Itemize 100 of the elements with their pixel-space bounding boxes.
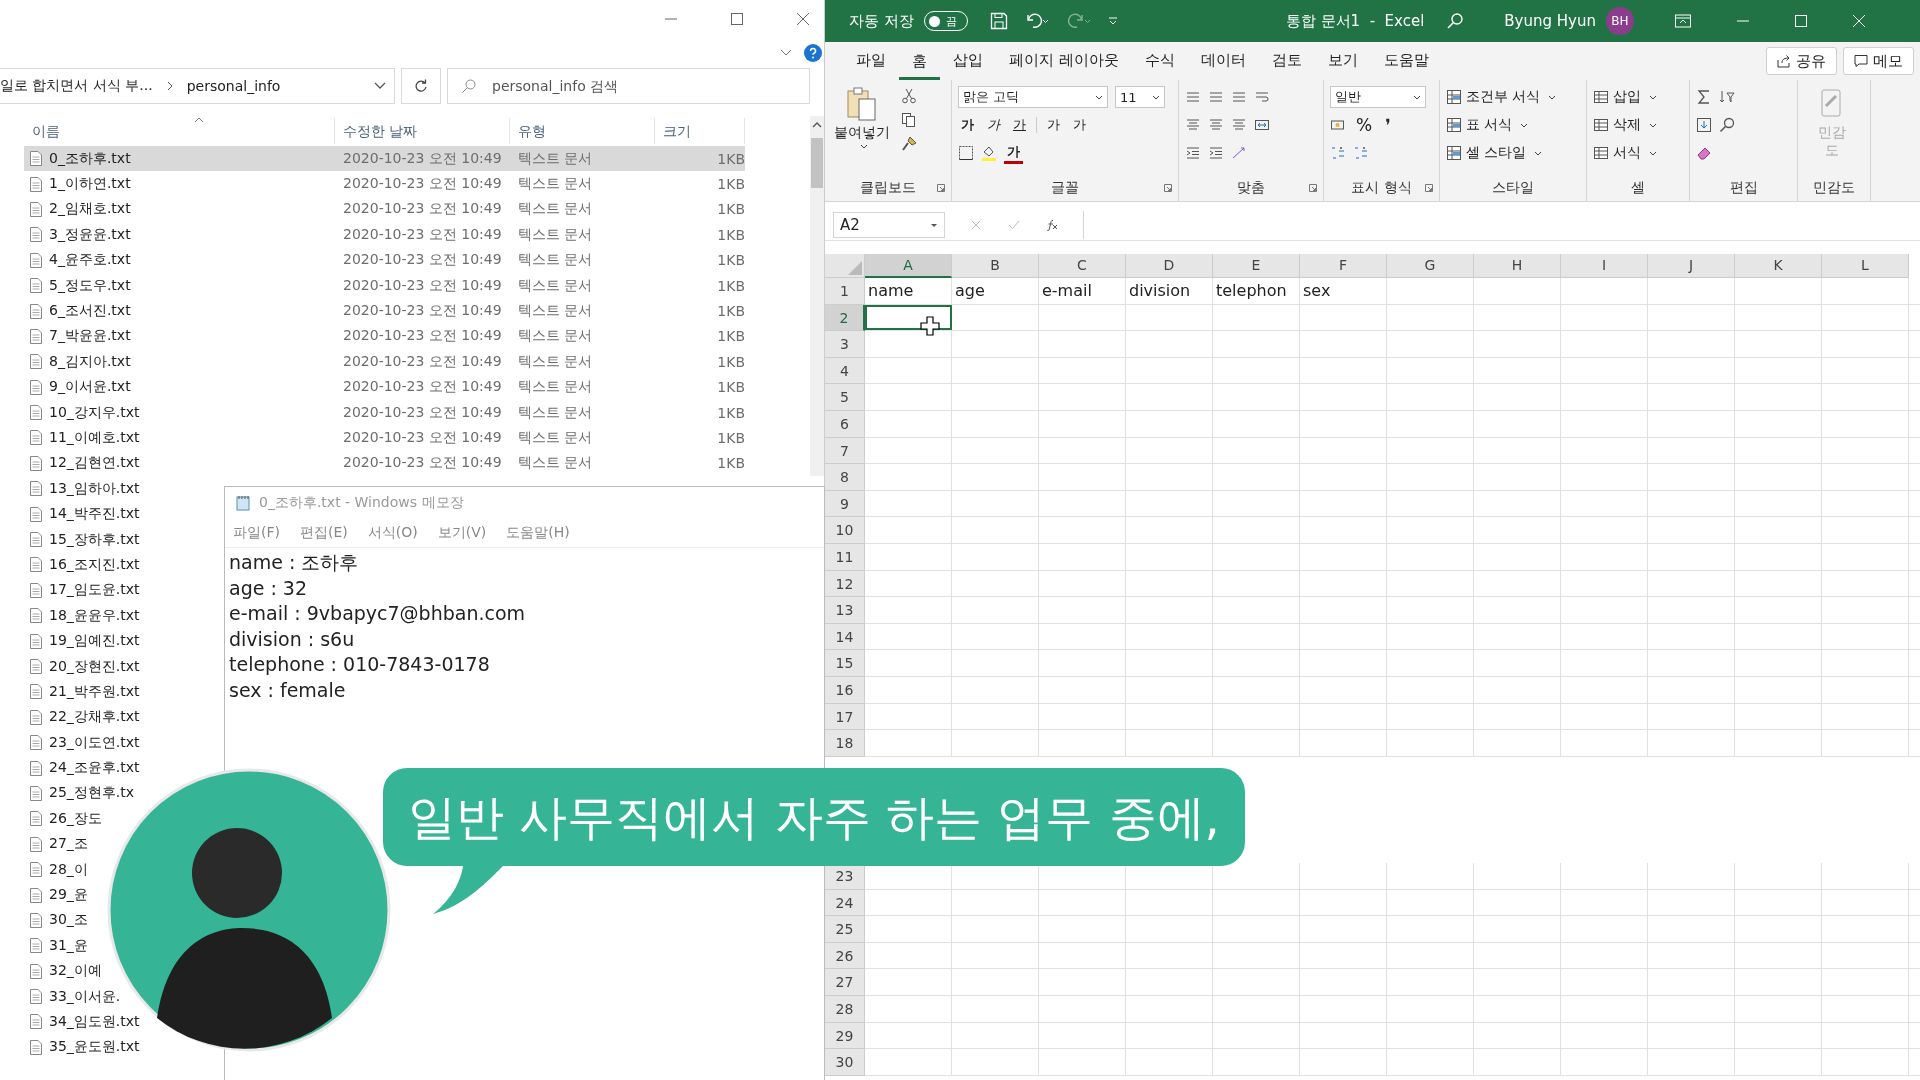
eraser-icon[interactable] (1696, 145, 1712, 161)
fill-color-icon[interactable] (981, 145, 997, 161)
launcher-icon[interactable] (1164, 184, 1172, 192)
launcher-icon[interactable] (937, 184, 945, 192)
file-row[interactable]: 33_이서윤. (24, 983, 121, 1010)
file-row[interactable]: 9_이서윤.txt 2020-10-23 오전 10:49 텍스트 문서 1KB (24, 374, 745, 400)
file-row[interactable]: 18_윤윤우.txt (24, 603, 140, 629)
close-icon[interactable] (796, 12, 810, 26)
font-size-button[interactable]: 가 (1044, 116, 1063, 134)
indent-icon[interactable] (1185, 145, 1201, 161)
style-button[interactable]: 조건부 서식 (1446, 86, 1580, 108)
ribbon-tab[interactable]: 삽입 (940, 42, 996, 80)
file-row[interactable]: 16_조지진.txt (24, 552, 140, 578)
percent-button[interactable]: % (1353, 115, 1376, 135)
font-style-button[interactable]: 가 (958, 116, 977, 134)
column-header[interactable]: E (1213, 254, 1300, 278)
file-row[interactable]: 21_박주원.txt (24, 679, 140, 705)
row-header[interactable]: 5 (825, 384, 865, 411)
row-header[interactable]: 9 (825, 490, 865, 518)
column-header[interactable]: 유형 (510, 118, 655, 144)
function-icon[interactable] (1045, 219, 1059, 231)
column-header[interactable]: D (1126, 254, 1213, 278)
file-row[interactable]: 23_이도연.txt (24, 730, 140, 756)
file-row[interactable]: 1_이하연.txt 2020-10-23 오전 10:49 텍스트 문서 1KB (24, 171, 745, 197)
file-row[interactable]: 17_임도윤.txt (24, 577, 140, 604)
row-header[interactable]: 30 (825, 1049, 865, 1076)
orientation-icon[interactable] (1231, 145, 1247, 161)
file-row[interactable]: 28_이 (24, 856, 88, 883)
cells-button[interactable]: 삭제 (1593, 114, 1683, 136)
sort-filter-icon[interactable] (1719, 89, 1735, 105)
save-icon[interactable] (989, 12, 1008, 30)
indent-icon[interactable] (1208, 145, 1224, 161)
borders-icon[interactable] (958, 145, 974, 161)
font-style-button[interactable]: 가 (1010, 116, 1029, 134)
column-header[interactable]: 수정한 날짜 (335, 118, 510, 144)
file-row[interactable]: 19_임예진.txt (24, 628, 140, 654)
row-header[interactable]: 7 (825, 437, 865, 465)
row-header[interactable]: 15 (825, 650, 865, 677)
paste-button[interactable]: 붙여넣기 (831, 86, 893, 175)
comma-button[interactable]: ❜ (1382, 115, 1394, 135)
file-row[interactable]: 26_장도 (24, 806, 102, 832)
customize-icon[interactable] (1107, 16, 1118, 26)
ribbon-tab[interactable]: 데이터 (1187, 42, 1259, 80)
menu-item[interactable]: 도움말(H) (506, 524, 570, 542)
row-header[interactable]: 18 (825, 730, 865, 757)
file-row[interactable]: 11_이예호.txt 2020-10-23 오전 10:49 텍스트 문서 1KB (24, 425, 745, 451)
file-row[interactable]: 3_정윤윤.txt 2020-10-23 오전 10:49 텍스트 문서 1KB (24, 222, 745, 248)
check-icon[interactable] (1007, 219, 1021, 231)
file-row[interactable]: 22_강채후.txt (24, 704, 140, 730)
column-header[interactable]: J (1648, 254, 1735, 278)
sum-icon[interactable] (1696, 89, 1712, 105)
address-bar[interactable]: 일로 합치면서 서식 부... personal_info (0, 68, 395, 104)
table-cell[interactable]: telephon (1213, 278, 1300, 304)
file-row[interactable]: 34_임도원.txt (24, 1009, 140, 1035)
row-header[interactable]: 4 (825, 357, 865, 385)
row-header[interactable]: 2 (825, 304, 865, 332)
menu-item[interactable]: 서식(O) (367, 524, 418, 542)
file-row[interactable]: 8_김지아.txt 2020-10-23 오전 10:49 텍스트 문서 1KB (24, 349, 745, 375)
file-row[interactable]: 24_조윤후.txt (24, 755, 140, 781)
fill-down-icon[interactable] (1696, 117, 1712, 133)
help-icon[interactable] (804, 44, 822, 62)
table-cell[interactable]: division (1126, 278, 1213, 304)
file-row[interactable]: 14_박주진.txt (24, 501, 140, 527)
ribbon-tab[interactable]: 검토 (1258, 42, 1315, 80)
file-row[interactable]: 15_장하후.txt (24, 526, 140, 553)
file-row[interactable]: 12_김현연.txt 2020-10-23 오전 10:49 텍스트 문서 1KB (24, 450, 745, 477)
ribbon-tab[interactable]: 페이지 레이아웃 (996, 42, 1132, 80)
comments-button[interactable]: 메모 (1843, 47, 1914, 75)
column-header[interactable]: L (1822, 254, 1909, 278)
number-format-dropdown[interactable]: 일반 (1330, 86, 1426, 108)
font-size-dropdown[interactable]: 11 (1115, 86, 1165, 108)
file-row[interactable]: 31_윤 (24, 933, 88, 959)
row-header[interactable]: 10 (825, 517, 865, 544)
column-header[interactable]: B (952, 254, 1039, 278)
chevron-down-icon[interactable] (780, 49, 792, 57)
row-header[interactable]: 24 (825, 889, 865, 917)
column-header[interactable]: C (1039, 254, 1126, 278)
file-row[interactable]: 32_이예 (24, 958, 102, 984)
style-button[interactable]: 셀 스타일 (1446, 142, 1580, 164)
breadcrumb[interactable]: 일로 합치면서 서식 부... (0, 77, 153, 95)
column-header[interactable]: 이름 (24, 118, 335, 144)
dropdown-icon[interactable] (374, 82, 386, 90)
scroll-up-icon[interactable] (812, 122, 822, 128)
file-row[interactable]: 6_조서진.txt 2020-10-23 오전 10:49 텍스트 문서 1KB (24, 298, 745, 324)
column-header[interactable]: K (1735, 254, 1822, 278)
file-row[interactable]: 7_박윤윤.txt 2020-10-23 오전 10:49 텍스트 문서 1KB (24, 323, 745, 350)
row-header[interactable]: 16 (825, 676, 865, 704)
merge-icon[interactable] (1254, 117, 1270, 133)
ribbon-display-icon[interactable] (1673, 12, 1692, 30)
font-name-dropdown[interactable]: 맑은 고딕 (958, 86, 1108, 108)
ribbon-tab[interactable]: 도움말 (1370, 42, 1442, 80)
row-header[interactable]: 26 (825, 942, 865, 970)
name-box[interactable]: A2 (833, 212, 945, 238)
launcher-icon[interactable] (1309, 184, 1317, 192)
table-cell[interactable]: e-mail (1039, 278, 1126, 304)
file-row[interactable]: 25_정현후.tx (24, 780, 135, 807)
ribbon-tab[interactable]: 수식 (1131, 42, 1188, 80)
row-header[interactable]: 1 (825, 278, 865, 305)
table-cell[interactable]: name (865, 278, 952, 304)
row-header[interactable]: 28 (825, 996, 865, 1023)
